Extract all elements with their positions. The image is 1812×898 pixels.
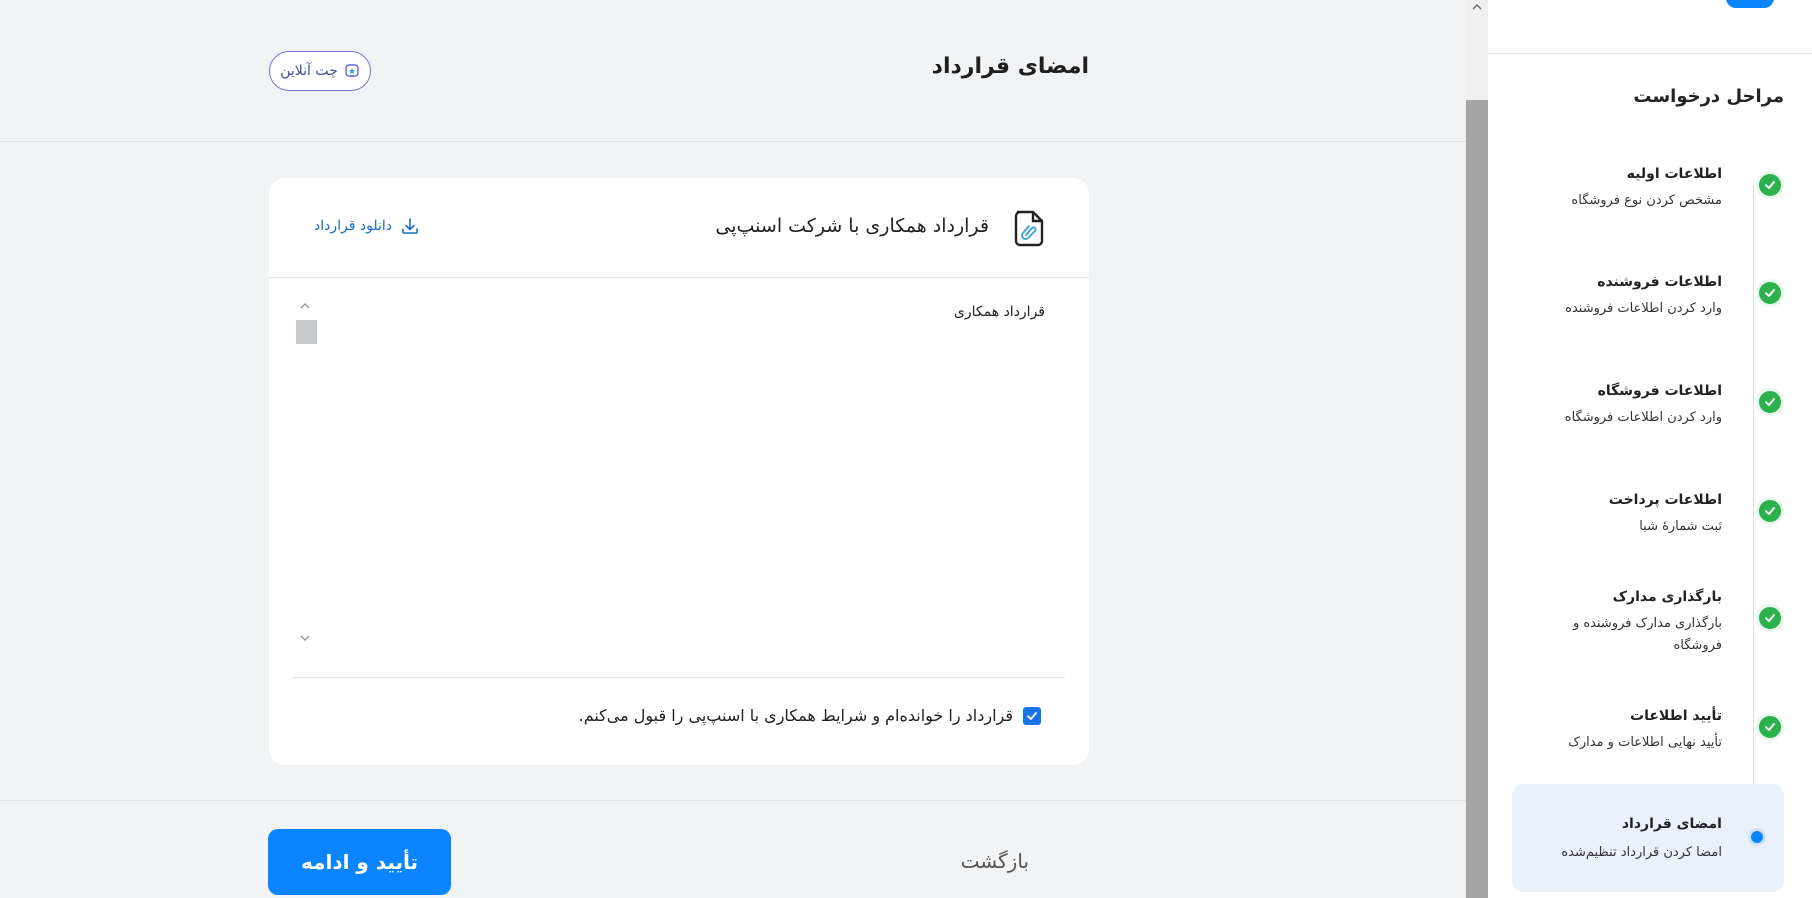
check-icon <box>1027 711 1037 720</box>
agree-row: قرارداد را خوانده‌ام و شرایط همکاری با ا… <box>579 706 1041 725</box>
step-name: اطلاعات فروشگاه <box>1597 383 1722 399</box>
sidebar-top-button[interactable] <box>1726 0 1774 8</box>
step-desc: وارد کردن اطلاعات فروشگاه <box>1564 410 1722 425</box>
main-content: امضای قرارداد چت آنلاین قرارداد همکاری ب… <box>0 0 1466 898</box>
sidebar-divider <box>1488 53 1812 54</box>
active-step-dot <box>1748 828 1766 846</box>
back-button[interactable]: بازگشت <box>961 849 1029 873</box>
chat-online-button[interactable]: چت آنلاین <box>269 51 371 91</box>
page-scrollbar-thumb[interactable] <box>1466 100 1488 898</box>
check-icon <box>1756 497 1784 525</box>
page-footer: بازگشت تأیید و ادامه <box>0 800 1466 898</box>
check-icon <box>1756 604 1784 632</box>
check-icon <box>1756 171 1784 199</box>
download-icon <box>402 218 418 234</box>
step-sign-contract[interactable]: امضای قرارداد امضا کردن قرارداد تنظیم‌شد… <box>1512 784 1784 892</box>
step-payment-info[interactable]: اطلاعات پرداخت ثبت شمارهٔ شبا <box>1512 492 1784 552</box>
step-name: اطلاعات پرداخت <box>1608 492 1722 508</box>
card-divider <box>293 677 1065 678</box>
step-desc: تأیید نهایی اطلاعات و مدارک <box>1568 735 1722 750</box>
agree-checkbox[interactable] <box>1023 706 1041 725</box>
step-desc: مشخص کردن نوع فروشگاه <box>1571 193 1722 208</box>
step-store-info[interactable]: اطلاعات فروشگاه وارد کردن اطلاعات فروشگا… <box>1512 383 1784 443</box>
steps-sidebar: مراحل درخواست اطلاعات اولیه مشخص کردن نو… <box>1488 0 1812 898</box>
document-icon <box>1014 210 1044 247</box>
check-icon <box>1756 388 1784 416</box>
page-title: امضای قرارداد <box>931 54 1089 79</box>
check-icon <box>1756 279 1784 307</box>
step-name: امضای قرارداد <box>1621 816 1722 832</box>
step-confirm-info[interactable]: تأیید اطلاعات تأیید نهایی اطلاعات و مدار… <box>1512 708 1784 768</box>
chat-online-label: چت آنلاین <box>280 63 338 79</box>
step-desc: امضا کردن قرارداد تنظیم‌شده <box>1561 845 1722 860</box>
page-scrollbar[interactable] <box>1466 0 1488 898</box>
step-name: اطلاعات اولیه <box>1626 166 1722 182</box>
steps-title: مراحل درخواست <box>1633 86 1784 107</box>
check-icon <box>1756 713 1784 741</box>
download-contract-label: دانلود قرارداد <box>314 218 392 234</box>
step-desc: بارگذاری مدارک فروشنده و فروشگاه <box>1572 616 1722 653</box>
page-header: امضای قرارداد چت آنلاین <box>0 0 1466 142</box>
contract-card-header: قرارداد همکاری با شرکت اسنپ‌پی دانلود قر… <box>269 178 1089 278</box>
download-contract-link[interactable]: دانلود قرارداد <box>314 216 420 236</box>
contract-card: قرارداد همکاری با شرکت اسنپ‌پی دانلود قر… <box>269 178 1089 765</box>
step-basic-info[interactable]: اطلاعات اولیه مشخص کردن نوع فروشگاه <box>1512 166 1784 226</box>
step-desc: وارد کردن اطلاعات فروشنده <box>1565 301 1722 316</box>
confirm-continue-button[interactable]: تأیید و ادامه <box>268 829 451 895</box>
agree-label[interactable]: قرارداد را خوانده‌ام و شرایط همکاری با ا… <box>579 706 1013 725</box>
step-name: اطلاعات فروشنده <box>1597 274 1722 290</box>
contract-text-area[interactable]: قرارداد همکاری <box>293 296 1065 656</box>
chat-icon <box>345 64 359 77</box>
step-seller-info[interactable]: اطلاعات فروشنده وارد کردن اطلاعات فروشند… <box>1512 274 1784 334</box>
contract-scroll-thumb[interactable] <box>296 320 317 344</box>
chevron-down-icon[interactable] <box>299 632 311 644</box>
step-name: تأیید اطلاعات <box>1630 708 1722 724</box>
step-upload-documents[interactable]: بارگذاری مدارک بارگذاری مدارک فروشنده و … <box>1512 589 1784 659</box>
contract-title: قرارداد همکاری با شرکت اسنپ‌پی <box>715 215 989 237</box>
chevron-up-icon[interactable] <box>1471 2 1483 12</box>
contract-text: قرارداد همکاری <box>953 304 1045 320</box>
chevron-up-icon[interactable] <box>299 300 311 312</box>
step-desc: ثبت شمارهٔ شبا <box>1639 519 1722 534</box>
step-name: بارگذاری مدارک <box>1612 589 1722 605</box>
